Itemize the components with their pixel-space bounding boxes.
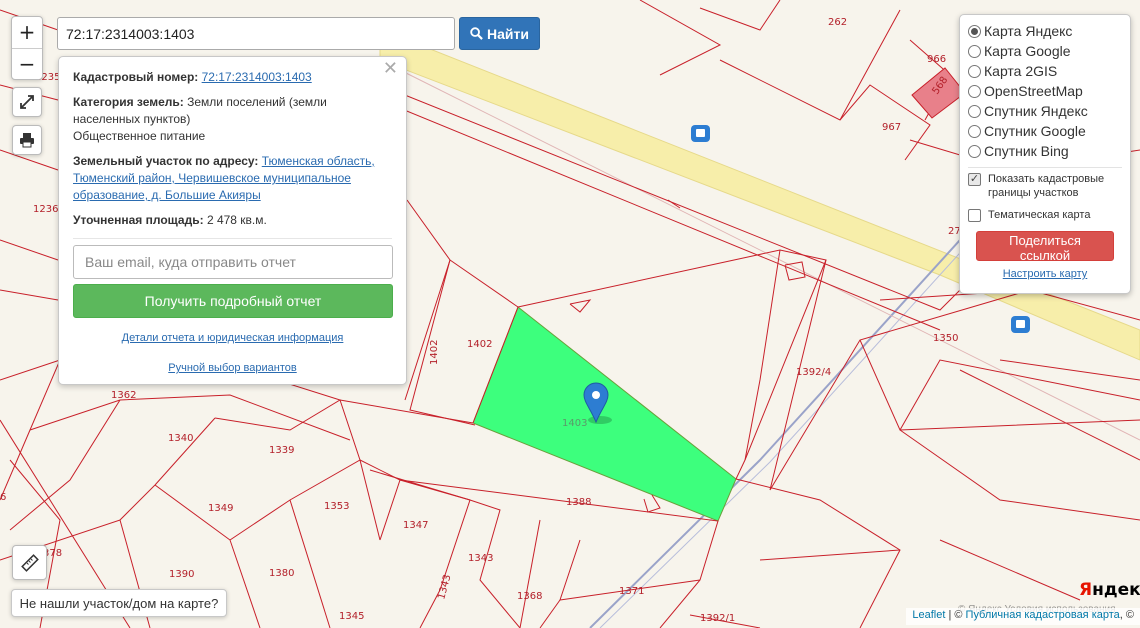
- land-category-row: Категория земель: Земли поселений (земли…: [73, 94, 392, 145]
- share-link-button[interactable]: Поделиться ссылкой: [976, 231, 1114, 263]
- divider: [968, 167, 1122, 168]
- show-borders-checkbox[interactable]: ✓: [968, 173, 981, 186]
- plot-number-label: 6: [0, 492, 6, 503]
- expand-icon: [20, 95, 34, 109]
- search-button-label: Найти: [487, 25, 529, 42]
- pkk-link[interactable]: Публичная кадастровая карта: [966, 609, 1120, 621]
- area-value: 2 478 кв.м.: [206, 213, 267, 227]
- land-category-label: Категория земель:: [73, 95, 184, 109]
- bus-stop-icon[interactable]: [1011, 316, 1030, 333]
- layer-option-label: Спутник Google: [984, 123, 1086, 139]
- plot-number-label: 1349: [208, 503, 233, 514]
- cadastral-number-label: Кадастровый номер:: [73, 70, 199, 84]
- cadastral-number-row: Кадастровый номер: 72:17:2314003:1403: [73, 69, 392, 86]
- cadastral-number-link[interactable]: 72:17:2314003:1403: [202, 70, 312, 84]
- layer-radio[interactable]: [968, 64, 981, 78]
- plot-number-label: 1350: [933, 333, 958, 344]
- yandex-logo-first: Я: [1079, 580, 1093, 600]
- layer-option[interactable]: Карта 2GIS: [968, 61, 1122, 81]
- layer-option[interactable]: Спутник Bing: [968, 141, 1122, 161]
- zoom-out-button[interactable]: −: [12, 48, 42, 79]
- layer-option[interactable]: Спутник Яндекс: [968, 101, 1122, 121]
- layer-option[interactable]: Спутник Google: [968, 121, 1122, 141]
- yandex-logo-rest: ндекс: [1092, 580, 1140, 600]
- land-usage-value: Общественное питание: [73, 129, 206, 143]
- map-attribution: Leaflet | © Публичная кадастровая карта,…: [906, 608, 1140, 625]
- plot-number-label: 1236: [33, 204, 58, 215]
- selected-plot-label: 1403: [562, 418, 587, 429]
- plot-number-label: 1362: [111, 390, 136, 401]
- address-row: Земельный участок по адресу: Тюменская о…: [73, 153, 392, 204]
- close-icon[interactable]: ✕: [383, 60, 398, 78]
- plot-number-label: 1371: [619, 586, 644, 597]
- not-found-button[interactable]: Не нашли участок/дом на карте?: [11, 589, 227, 617]
- leaflet-link[interactable]: Leaflet: [912, 609, 945, 621]
- layer-options-list: Карта Яндекс Карта Google Карта 2GIS OpenSt…: [968, 21, 1122, 161]
- plot-number-label: 1388: [566, 497, 591, 508]
- layer-radio[interactable]: [968, 104, 981, 118]
- printer-icon: [20, 133, 34, 148]
- search-button[interactable]: Найти: [459, 17, 540, 50]
- bus-stop-icon[interactable]: [691, 125, 710, 142]
- attribution-suffix: , ©: [1119, 609, 1134, 621]
- plot-number-label: 1368: [517, 591, 542, 602]
- thematic-map-checkbox[interactable]: [968, 209, 981, 222]
- plot-number-label: 1390: [169, 569, 194, 580]
- email-field[interactable]: [73, 245, 393, 279]
- divider: [73, 238, 392, 239]
- plot-number-label: 1353: [324, 501, 349, 512]
- ruler-button[interactable]: [12, 545, 47, 580]
- cadastral-search-input[interactable]: [57, 17, 455, 50]
- plot-number-label: 1345: [339, 611, 364, 622]
- layer-option-label: OpenStreetMap: [984, 83, 1083, 99]
- attribution-separator: | ©: [945, 609, 966, 621]
- plot-info-popup: ✕ Кадастровый номер: 72:17:2314003:1403 …: [58, 56, 407, 385]
- layer-option-label: Карта Яндекс: [984, 23, 1073, 39]
- layer-option-label: Карта Google: [984, 43, 1071, 59]
- layer-option[interactable]: Карта Google: [968, 41, 1122, 61]
- plot-number-label: 1380: [269, 568, 294, 579]
- zoom-in-button[interactable]: +: [12, 17, 42, 48]
- area-row: Уточненная площадь: 2 478 кв.м.: [73, 212, 392, 229]
- fullscreen-button[interactable]: [12, 87, 42, 117]
- layer-option[interactable]: Карта Яндекс: [968, 21, 1122, 41]
- print-button[interactable]: [12, 125, 42, 155]
- layer-option-label: Карта 2GIS: [984, 63, 1058, 79]
- plot-number-label: 967: [882, 122, 901, 133]
- show-borders-option[interactable]: ✓ Показать кадастровые границы участков: [968, 172, 1122, 200]
- layer-option-label: Спутник Яндекс: [984, 103, 1088, 119]
- layer-radio[interactable]: [968, 24, 981, 38]
- search-icon: [470, 27, 483, 40]
- layer-option-label: Спутник Bing: [984, 143, 1069, 159]
- plot-number-label: 1392/4: [796, 367, 831, 378]
- layer-radio[interactable]: [968, 144, 981, 158]
- layer-radio[interactable]: [968, 44, 981, 58]
- plot-number-label: 966: [927, 54, 946, 65]
- layer-radio[interactable]: [968, 124, 981, 138]
- plot-number-label: 262: [828, 17, 847, 28]
- thematic-map-option[interactable]: Тематическая карта: [968, 208, 1122, 222]
- area-label: Уточненная площадь:: [73, 213, 204, 227]
- layer-option[interactable]: OpenStreetMap: [968, 81, 1122, 101]
- map-layers-panel: Карта Яндекс Карта Google Карта 2GIS OpenSt…: [959, 14, 1131, 294]
- show-borders-label: Показать кадастровые границы участков: [988, 173, 1105, 199]
- plot-number-label: 1392/1: [700, 613, 735, 624]
- plot-number-label: 1402: [429, 340, 440, 365]
- plot-number-label: 1339: [269, 445, 294, 456]
- plot-number-label: 1402: [467, 339, 492, 350]
- report-details-link[interactable]: Детали отчета и юридическая информация: [73, 330, 392, 347]
- plot-number-label: 1340: [168, 433, 193, 444]
- manual-selection-link[interactable]: Ручной выбор вариантов: [73, 360, 392, 377]
- thematic-map-label: Тематическая карта: [988, 209, 1091, 221]
- address-label: Земельный участок по адресу:: [73, 154, 259, 168]
- zoom-control: + −: [11, 16, 43, 80]
- configure-map-link[interactable]: Настроить карту: [968, 268, 1122, 280]
- plot-number-label: 1347: [403, 520, 428, 531]
- yandex-logo: Яндекс: [1079, 580, 1140, 600]
- get-report-button[interactable]: Получить подробный отчет: [73, 284, 393, 318]
- layer-radio[interactable]: [968, 84, 981, 98]
- plot-number-label: 1343: [468, 553, 493, 564]
- ruler-icon: [20, 553, 39, 572]
